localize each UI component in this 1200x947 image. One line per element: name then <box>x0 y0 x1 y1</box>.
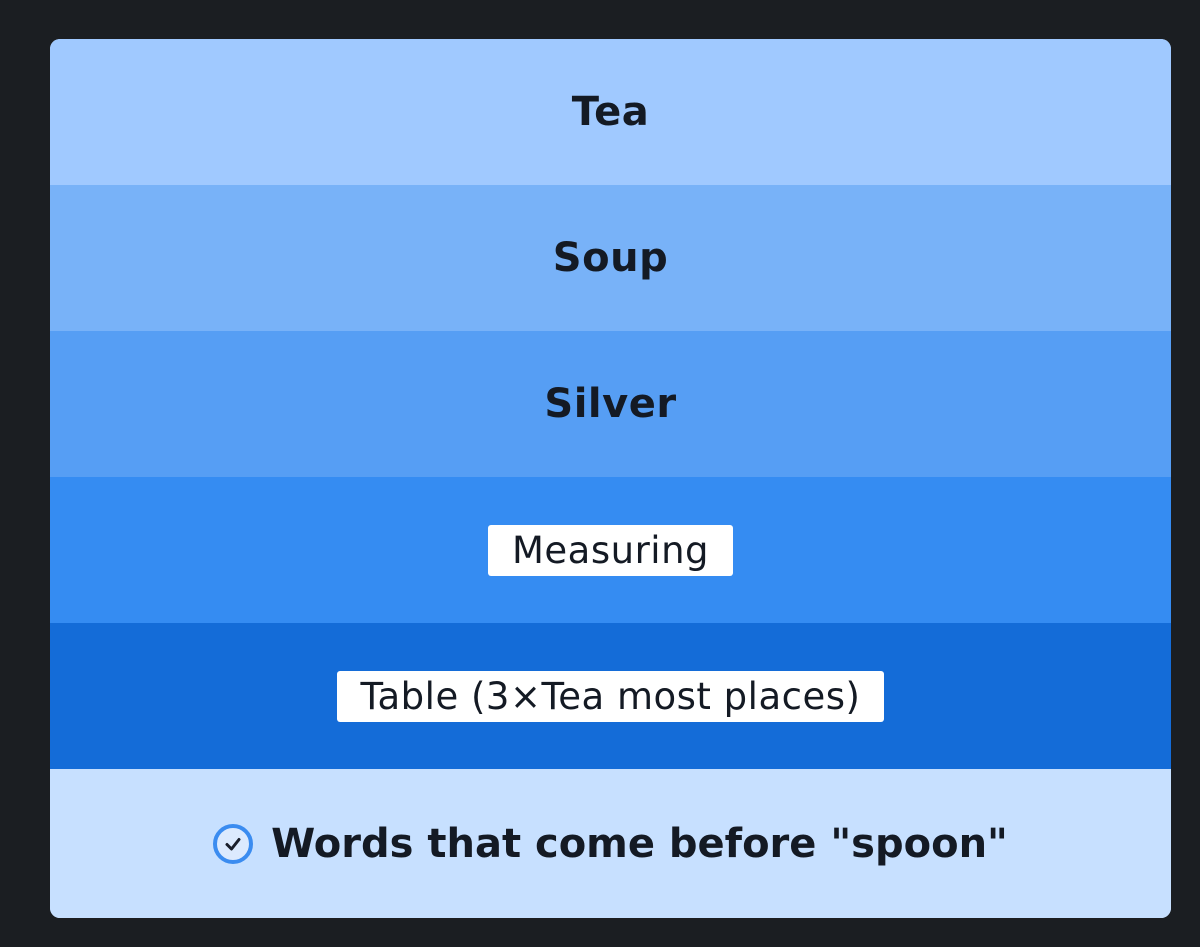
category-footer: Words that come before "spoon" <box>50 769 1171 918</box>
category-card: Tea Soup Silver Measuring Table (3×Tea m… <box>50 39 1171 918</box>
row-silver[interactable]: Silver <box>50 331 1171 477</box>
row-label-measuring: Measuring <box>487 524 733 576</box>
row-table[interactable]: Table (3×Tea most places) <box>50 623 1171 769</box>
row-label-silver: Silver <box>544 381 677 427</box>
row-label-table: Table (3×Tea most places) <box>336 670 885 722</box>
row-label-tea: Tea <box>571 89 650 135</box>
row-measuring[interactable]: Measuring <box>50 477 1171 623</box>
row-label-soup: Soup <box>552 235 669 281</box>
row-soup[interactable]: Soup <box>50 185 1171 331</box>
window-frame: Tea Soup Silver Measuring Table (3×Tea m… <box>0 0 1200 947</box>
check-circle-icon <box>213 823 254 864</box>
row-tea[interactable]: Tea <box>50 39 1171 185</box>
category-title: Words that come before "spoon" <box>271 820 1008 867</box>
